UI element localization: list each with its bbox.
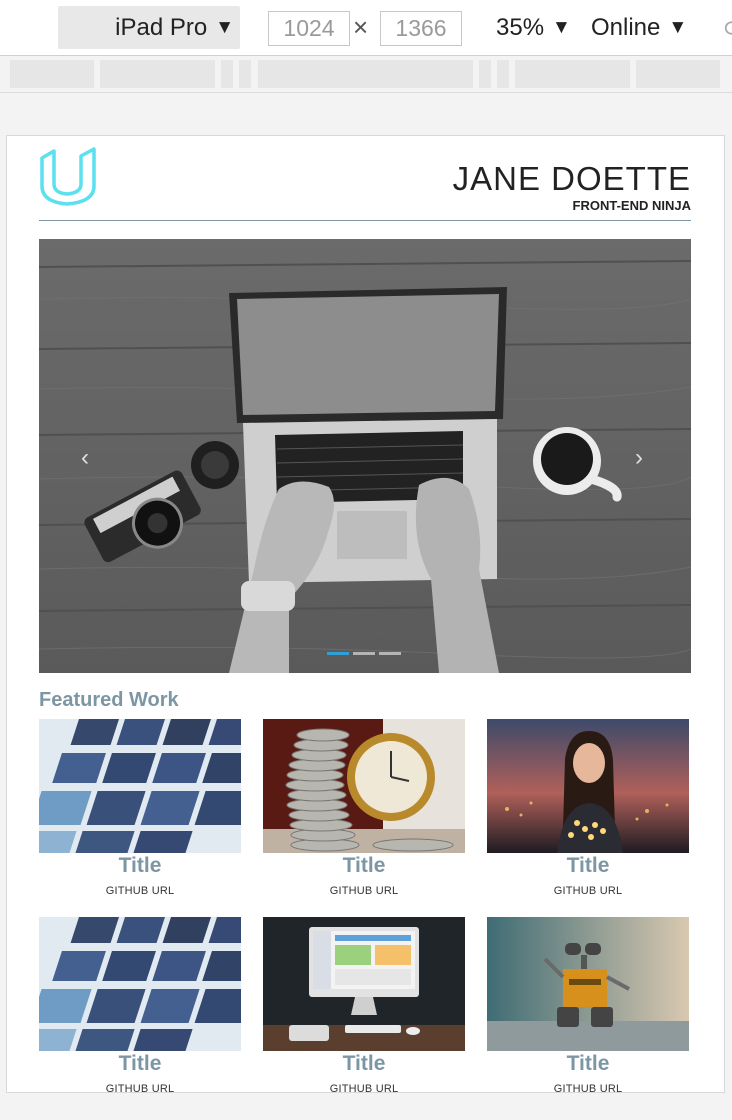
carousel-next-arrow-icon[interactable]: ›	[635, 444, 643, 472]
media-query-segment[interactable]	[221, 60, 233, 88]
carousel-indicator[interactable]	[353, 652, 375, 655]
project-title: Title	[566, 1052, 610, 1075]
project-title: Title	[342, 854, 386, 877]
page-title: JANE DOETTE	[452, 160, 691, 197]
zoom-label: 35%	[496, 14, 545, 41]
project-github-link[interactable]: GITHUB URL	[39, 1077, 241, 1092]
project-github-link[interactable]: GITHUB URL	[263, 1077, 465, 1092]
media-query-segment[interactable]	[10, 60, 94, 88]
device-toolbar: iPad Pro ▼ × 35% ▼ Online ▼ ⟳	[0, 0, 732, 56]
media-query-segment[interactable]	[515, 60, 630, 88]
project-card[interactable]: Title GITHUB URL	[263, 917, 465, 1092]
project-card[interactable]: Title GITHUB URL	[39, 917, 241, 1092]
device-viewport: JANE DOETTE FRONT-END NINJA ‹ › Featured…	[6, 135, 725, 1093]
project-thumbnail	[487, 719, 689, 853]
page-header: JANE DOETTE FRONT-END NINJA	[39, 146, 691, 221]
media-query-bar	[0, 56, 732, 93]
chevron-down-icon: ▼	[215, 16, 234, 38]
chevron-down-icon: ▼	[552, 17, 571, 38]
project-github-link[interactable]: GITHUB URL	[487, 879, 689, 907]
project-card[interactable]: Title GITHUB URL	[487, 917, 689, 1092]
project-github-link[interactable]: GITHUB URL	[263, 879, 465, 907]
project-title: Title	[342, 1052, 386, 1075]
page-subtitle: FRONT-END NINJA	[572, 198, 691, 213]
hero-carousel[interactable]: ‹ ›	[39, 239, 691, 673]
rotate-icon[interactable]: ⟳	[724, 16, 732, 42]
carousel-image	[39, 239, 691, 673]
media-query-segment[interactable]	[239, 60, 251, 88]
project-thumbnail	[263, 719, 465, 853]
network-label: Online	[591, 14, 661, 41]
carousel-prev-arrow-icon[interactable]: ‹	[81, 444, 89, 472]
times-icon: ×	[353, 12, 369, 42]
device-select-label: iPad Pro	[115, 13, 208, 41]
media-query-segment[interactable]	[497, 60, 509, 88]
network-select[interactable]: Online ▼	[591, 8, 687, 48]
device-select[interactable]: iPad Pro ▼	[58, 6, 240, 49]
project-title: Title	[118, 854, 162, 877]
width-input[interactable]	[268, 11, 350, 46]
project-github-link[interactable]: GITHUB URL	[39, 879, 241, 907]
project-thumbnail	[487, 917, 689, 1051]
project-card[interactable]: Title GITHUB URL	[487, 719, 689, 907]
project-thumbnail	[39, 917, 241, 1051]
project-card[interactable]: Title GITHUB URL	[39, 719, 241, 907]
height-input[interactable]	[380, 11, 462, 46]
media-query-segment[interactable]	[479, 60, 491, 88]
media-query-segment[interactable]	[258, 60, 473, 88]
zoom-select[interactable]: 35% ▼	[496, 8, 571, 48]
project-thumbnail	[39, 719, 241, 853]
carousel-indicators	[327, 652, 401, 655]
udacity-logo-icon[interactable]	[39, 146, 99, 206]
project-thumbnail	[263, 917, 465, 1051]
section-heading: Featured Work	[39, 689, 179, 711]
project-title: Title	[566, 854, 610, 877]
carousel-indicator[interactable]	[379, 652, 401, 655]
chevron-down-icon: ▼	[668, 17, 688, 38]
featured-grid: Title GITHUB URL Title GITHUB URL Title …	[39, 719, 691, 1092]
project-github-link[interactable]: GITHUB URL	[487, 1077, 689, 1092]
project-card[interactable]: Title GITHUB URL	[263, 719, 465, 907]
media-query-segment[interactable]	[100, 60, 215, 88]
carousel-indicator[interactable]	[327, 652, 349, 655]
project-title: Title	[118, 1052, 162, 1075]
media-query-segment[interactable]	[636, 60, 720, 88]
